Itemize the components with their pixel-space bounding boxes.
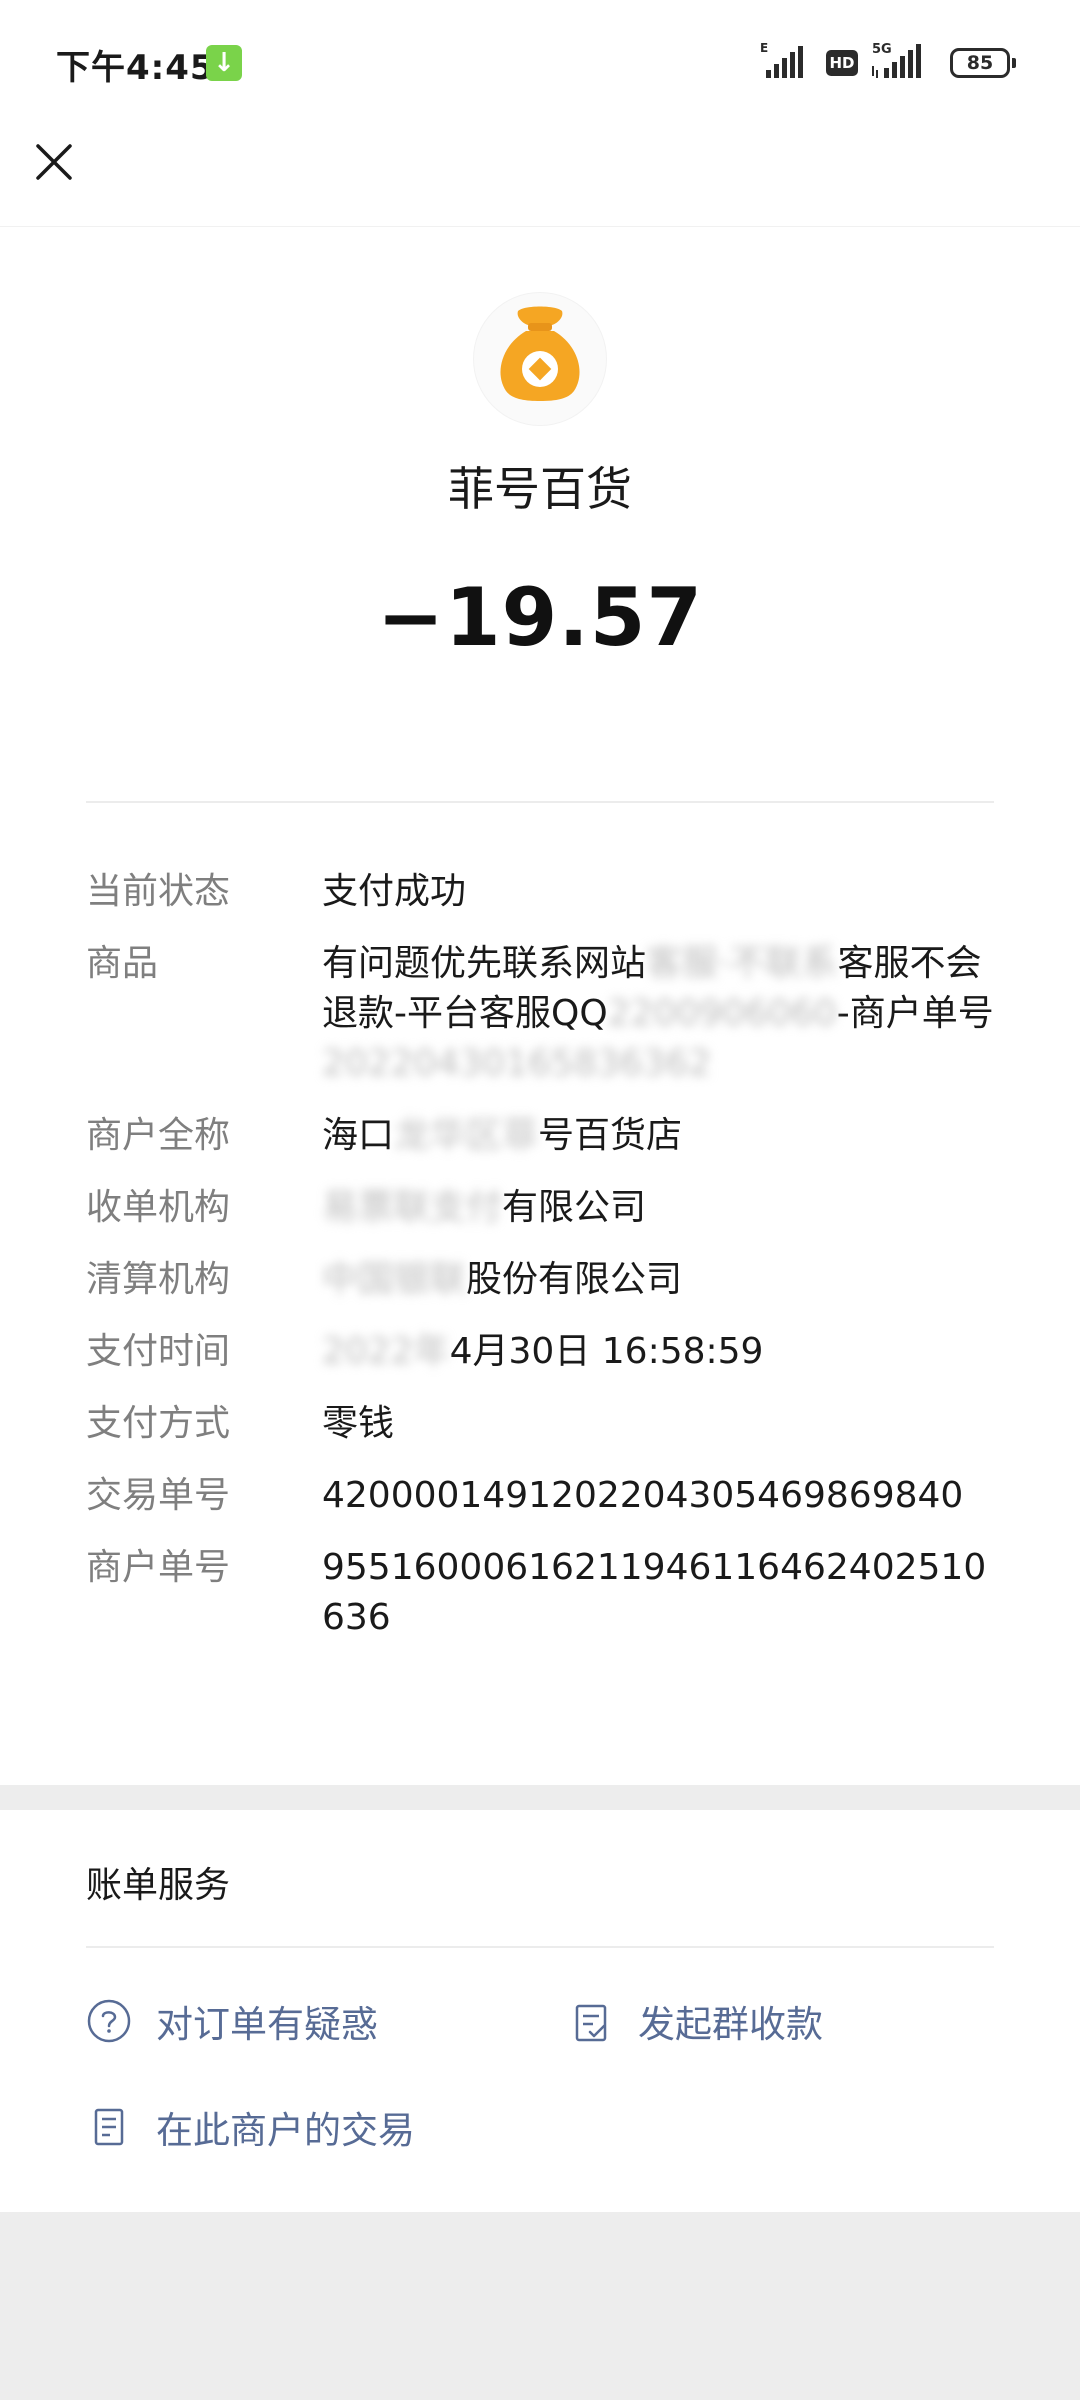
detail-row-pay-method: 支付方式 零钱 xyxy=(86,1399,994,1449)
merchant-name: 菲号百货 xyxy=(448,462,632,516)
redacted-text: 20220430165836362 xyxy=(322,1043,712,1084)
services-title: 账单服务 xyxy=(86,1865,231,1906)
status-bar: 下午4:45 ↓ E HD 5G 85 xyxy=(0,0,1080,126)
hd-icon: HD xyxy=(826,50,858,76)
detail-value-status: 支付成功 xyxy=(322,871,467,912)
detail-value-clearing: 中国银联股份有限公司 xyxy=(322,1255,994,1305)
detail-label: 商户全称 xyxy=(86,1115,231,1156)
group-collection-link[interactable]: 发起群收款 xyxy=(568,1994,823,2048)
detail-value-acquirer: 易票联支付有限公司 xyxy=(322,1183,994,1233)
payment-amount: −19.57 xyxy=(376,571,704,664)
order-question-link[interactable]: 对订单有疑惑 xyxy=(86,1994,378,2048)
merchant-transactions-link[interactable]: 在此商户的交易 xyxy=(86,2100,415,2154)
detail-label: 支付方式 xyxy=(86,1403,231,1444)
detail-label: 当前状态 xyxy=(86,871,231,912)
order-question-label: 对订单有疑惑 xyxy=(156,2003,378,2046)
signal-5g-icon: 5G xyxy=(872,42,921,78)
detail-label: 交易单号 xyxy=(86,1475,231,1516)
redacted-text: 2200906060 xyxy=(607,993,837,1034)
bill-services-section: 账单服务 对订单有疑惑 发起群收款 在此商户的交易 xyxy=(0,1810,1080,2212)
divider xyxy=(86,1946,994,1948)
detail-label: 商品 xyxy=(86,943,159,984)
detail-label: 商户单号 xyxy=(86,1547,231,1588)
money-bag-icon xyxy=(500,306,580,401)
detail-list: 当前状态 支付成功 商品 有问题优先联系网站客服·不联系客服不会退款-平台客服Q… xyxy=(86,867,994,1665)
detail-value-transaction-id: 4200001491202204305469869840 xyxy=(322,1475,964,1516)
clearing-text: 股份有限公司 xyxy=(466,1259,683,1300)
detail-row-product: 商品 有问题优先联系网站客服·不联系客服不会退款-平台客服QQ220090606… xyxy=(86,939,994,1089)
detail-value-merchant-full-name: 海口龙华区菲号百货店 xyxy=(322,1111,994,1161)
acquirer-text: 有限公司 xyxy=(502,1187,647,1228)
detail-row-transaction-id: 交易单号 4200001491202204305469869840 xyxy=(86,1471,994,1521)
svg-text:E: E xyxy=(760,41,768,55)
divider xyxy=(86,801,994,803)
close-icon[interactable] xyxy=(30,138,78,186)
download-notification-icon: ↓ xyxy=(206,45,242,81)
bill-detail-page: 下午4:45 ↓ E HD 5G 85 菲号百货 −19.57 当前状态 支付成… xyxy=(0,0,1080,2400)
detail-row-pay-time: 支付时间 2022年4月30日 16:58:59 xyxy=(86,1327,994,1377)
product-text: -商户单号 xyxy=(836,993,994,1034)
detail-value-pay-time: 2022年4月30日 16:58:59 xyxy=(322,1327,994,1377)
document-list-icon xyxy=(94,2108,124,2146)
redacted-text: 2022年 xyxy=(322,1331,450,1372)
detail-value-pay-method: 零钱 xyxy=(322,1403,395,1444)
detail-row-status: 当前状态 支付成功 xyxy=(86,867,994,917)
detail-row-merchant-full-name: 商户全称 海口龙华区菲号百货店 xyxy=(86,1111,994,1161)
redacted-text: 龙华区菲 xyxy=(394,1115,539,1156)
merchant-text: 号百货店 xyxy=(538,1115,683,1156)
merchant-text: 海口 xyxy=(322,1115,395,1156)
bill-detail-card: 菲号百货 −19.57 当前状态 支付成功 商品 有问题优先联系网站客服·不联系… xyxy=(0,226,1080,1785)
detail-row-merchant-order-id: 商户单号 95516000616211946116462402510636 xyxy=(86,1543,994,1643)
status-time: 下午4:45 xyxy=(56,48,215,88)
redacted-text: 中国银联 xyxy=(322,1259,467,1300)
group-collection-label: 发起群收款 xyxy=(638,2003,823,2046)
detail-label: 清算机构 xyxy=(86,1259,231,1300)
detail-label: 收单机构 xyxy=(86,1187,231,1228)
battery-icon: 85 xyxy=(950,48,1016,78)
product-text: 有问题优先联系网站 xyxy=(322,943,647,984)
redacted-text: 易票联支付 xyxy=(322,1187,503,1228)
detail-row-acquirer: 收单机构 易票联支付有限公司 xyxy=(86,1183,994,1233)
detail-value-merchant-order-id: 95516000616211946116462402510636 xyxy=(322,1547,987,1638)
merchant-avatar xyxy=(474,293,606,425)
signal-e-icon: E xyxy=(760,41,803,78)
svg-text:5G: 5G xyxy=(872,42,892,57)
detail-row-clearing: 清算机构 中国银联股份有限公司 xyxy=(86,1255,994,1305)
top-nav xyxy=(0,126,1080,226)
question-circle-icon xyxy=(87,1999,131,2043)
pay-time-text: 4月30日 16:58:59 xyxy=(449,1331,764,1372)
merchant-transactions-label: 在此商户的交易 xyxy=(156,2109,415,2152)
clipboard-check-icon xyxy=(575,2004,607,2042)
detail-value-product: 有问题优先联系网站客服·不联系客服不会退款-平台客服QQ2200906060-商… xyxy=(322,939,994,1089)
redacted-text: 客服·不联系 xyxy=(646,943,838,984)
detail-label: 支付时间 xyxy=(86,1331,231,1372)
